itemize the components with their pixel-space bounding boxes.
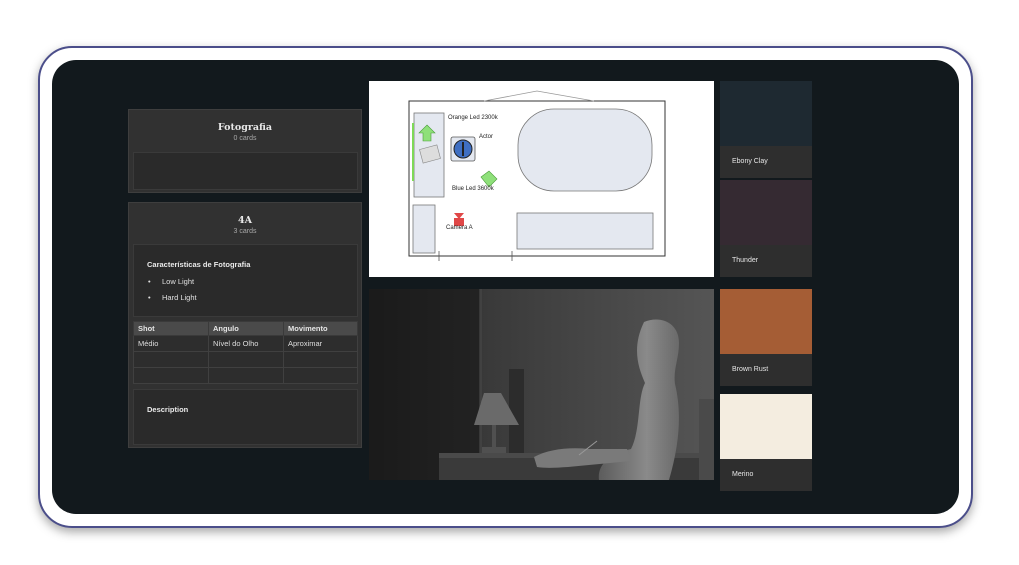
card-fotografia-count: 0 cards bbox=[233, 135, 257, 142]
swatch-color bbox=[720, 289, 812, 354]
camera-label: Camera A bbox=[446, 225, 473, 231]
table-row[interactable] bbox=[133, 367, 358, 384]
moodboard-screen: Fotografia 0 cards 4A 3 cards Caracterís… bbox=[52, 60, 959, 514]
swatch-brown-rust[interactable]: Brown Rust bbox=[720, 289, 812, 386]
swatch-label: Merino bbox=[732, 471, 754, 478]
card-4a-count: 3 cards bbox=[233, 228, 257, 235]
characteristics-title: Características de Fotografia bbox=[147, 260, 251, 269]
description-title: Description bbox=[147, 405, 189, 414]
table-cell[interactable]: Aproximar bbox=[283, 335, 358, 352]
characteristics-card[interactable]: Características de Fotografia Low Light … bbox=[133, 244, 358, 317]
swatch-color bbox=[720, 180, 812, 245]
table-cell[interactable] bbox=[208, 351, 284, 368]
table-header-angulo: Angulo bbox=[208, 321, 284, 336]
swatch-thunder[interactable]: Thunder bbox=[720, 180, 812, 277]
table-header-shot: Shot bbox=[133, 321, 209, 336]
swatch-label: Ebony Clay bbox=[732, 158, 768, 165]
table-cell[interactable]: Médio bbox=[133, 335, 209, 352]
characteristic-item: Low Light bbox=[148, 277, 194, 286]
cabinet bbox=[412, 204, 436, 254]
actor-label: Actor bbox=[479, 134, 494, 140]
floor-plan-diagram[interactable]: Orange Led 2300k Actor Blue Led 3600k Ca… bbox=[369, 81, 714, 277]
swatch-color bbox=[720, 394, 812, 459]
table bbox=[516, 212, 654, 250]
table-cell[interactable] bbox=[133, 351, 209, 368]
swatch-merino[interactable]: Merino bbox=[720, 394, 812, 491]
orange-led-label: Orange Led 2300k bbox=[448, 115, 498, 121]
scene-render-image[interactable] bbox=[369, 289, 714, 480]
sofa bbox=[517, 108, 653, 192]
window-mark bbox=[483, 90, 595, 102]
characteristic-item: Hard Light bbox=[148, 293, 196, 302]
table-header-movimento: Movimento bbox=[283, 321, 358, 336]
table-cell[interactable]: Nível do Olho bbox=[208, 335, 284, 352]
shot-table[interactable]: Shot Angulo Movimento Médio Nível do Olh… bbox=[133, 321, 358, 384]
table-cell[interactable] bbox=[283, 351, 358, 368]
card-4a-title: 4A bbox=[238, 215, 252, 226]
card-4a[interactable]: 4A 3 cards Características de Fotografia… bbox=[128, 202, 362, 448]
swatch-label: Brown Rust bbox=[732, 366, 769, 373]
table-cell[interactable] bbox=[208, 367, 284, 384]
card-fotografia-dropzone[interactable] bbox=[133, 152, 358, 190]
description-card[interactable]: Description bbox=[133, 389, 358, 445]
table-row[interactable]: Médio Nível do Olho Aproximar bbox=[133, 335, 358, 352]
swatch-color bbox=[720, 81, 812, 146]
floor-plan-svg bbox=[408, 90, 666, 261]
blue-led-label: Blue Led 3600k bbox=[452, 186, 494, 192]
table-cell[interactable] bbox=[133, 367, 209, 384]
card-fotografia-title: Fotografia bbox=[217, 122, 273, 133]
card-fotografia[interactable]: Fotografia 0 cards bbox=[128, 109, 362, 193]
device-frame: Fotografia 0 cards 4A 3 cards Caracterís… bbox=[38, 46, 973, 528]
swatch-ebony-clay[interactable]: Ebony Clay bbox=[720, 81, 812, 178]
swatch-label: Thunder bbox=[732, 257, 759, 264]
table-row[interactable] bbox=[133, 351, 358, 368]
table-cell[interactable] bbox=[283, 367, 358, 384]
scene-render-svg bbox=[369, 289, 714, 480]
